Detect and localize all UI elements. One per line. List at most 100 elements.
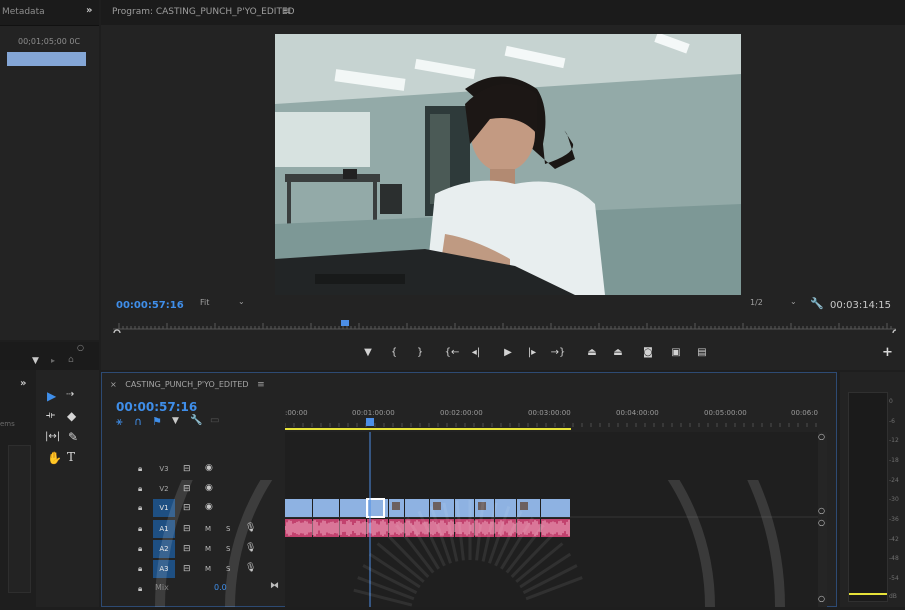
selection-tool-icon[interactable]: ▶ — [47, 389, 56, 403]
video-clip[interactable] — [340, 499, 366, 517]
sync-lock-icon[interactable]: ⊟ — [183, 464, 191, 474]
lock-icon[interactable]: 🔒︎ — [138, 464, 142, 474]
track-name[interactable]: V1 — [153, 499, 175, 517]
timeline-timecode[interactable]: 00:00:57:16 — [116, 400, 197, 414]
lift-icon[interactable]: ⏏ — [584, 347, 600, 358]
scroll-handle-mid2[interactable]: ○ — [818, 518, 825, 527]
video-clip[interactable] — [405, 499, 429, 517]
metadata-clip-bar[interactable] — [7, 52, 86, 66]
microphone-icon[interactable]: 🎙︎ — [245, 563, 256, 573]
solo-button[interactable]: S — [226, 545, 230, 553]
pen-tool-icon[interactable]: ✎ — [68, 430, 78, 444]
track-name[interactable]: A2 — [153, 540, 175, 558]
video-clip[interactable] — [285, 499, 312, 517]
v1-clip-group[interactable] — [285, 498, 570, 518]
double-chevron-right-icon[interactable]: » — [86, 5, 92, 16]
wrench-icon[interactable]: 🔧 — [810, 297, 824, 310]
scroll-handle-mid[interactable]: ○ — [818, 506, 825, 515]
zoom-handle-right[interactable] — [892, 329, 896, 333]
wrench-icon[interactable]: 🔧 — [190, 415, 202, 426]
timeline-tab[interactable]: × CASTING_PUNCH_P'YO_EDITED ≡ — [110, 380, 265, 390]
step-back-icon[interactable]: ◂| — [468, 347, 484, 358]
slip-tool-icon[interactable]: |↔| — [45, 431, 60, 442]
program-video-frame[interactable] — [275, 34, 741, 295]
timeline-tracks-area[interactable] — [284, 402, 820, 607]
mute-button[interactable]: M — [205, 525, 211, 533]
lock-icon[interactable]: 🔒︎ — [138, 484, 142, 494]
sync-lock-icon[interactable]: ⊟ — [183, 564, 191, 574]
track-header-a1[interactable]: 🔒︎ A1 ⊟ M S 🎙︎ — [108, 520, 285, 540]
mute-button[interactable]: M — [205, 565, 211, 573]
track-header-v1[interactable]: 🔒︎ V1 ⊟ ◉ — [108, 499, 285, 519]
add-marker-icon[interactable]: ▼ — [360, 347, 376, 358]
hand-tool-icon[interactable]: ✋ — [47, 451, 62, 465]
sync-lock-icon[interactable]: ⊟ — [183, 544, 191, 554]
microphone-icon[interactable]: 🎙︎ — [245, 543, 256, 553]
sync-lock-icon[interactable]: ⊟ — [183, 524, 191, 534]
multi-camera-icon[interactable]: ▤ — [694, 347, 710, 358]
extract-icon[interactable]: ⏏ — [610, 347, 626, 358]
go-to-out-icon[interactable]: →} — [550, 347, 566, 358]
add-marker-icon[interactable]: ▼ — [172, 416, 179, 426]
close-icon[interactable]: × — [110, 380, 117, 389]
eye-icon[interactable]: ◉ — [205, 502, 213, 512]
track-header-a2[interactable]: 🔒︎ A2 ⊟ M S 🎙︎ — [108, 540, 285, 560]
double-chevron-right-icon[interactable]: » — [20, 378, 26, 389]
track-header-a3[interactable]: 🔒︎ A3 ⊟ M S 🎙︎ — [108, 560, 285, 580]
track-header-v2[interactable]: 🔒︎ V2 ⊟ ◉ — [108, 480, 285, 500]
filter-icon[interactable]: ▼ — [32, 356, 39, 366]
timeline-vertical-scrollbar[interactable]: ○ ○ ○ ○ — [818, 432, 827, 607]
video-clip[interactable] — [495, 499, 516, 517]
metadata-tab[interactable]: Metadata — [2, 7, 45, 17]
captions-icon[interactable]: ▭ — [210, 415, 219, 426]
comparison-view-icon[interactable]: ▣ — [668, 347, 684, 358]
ripple-edit-tool-icon[interactable]: ⟛ — [46, 410, 55, 421]
zoom-handle-icon[interactable]: ○ — [77, 343, 84, 352]
program-playhead[interactable] — [341, 320, 349, 326]
mix-volume-value[interactable]: 0.0 — [214, 583, 227, 592]
mark-in-icon[interactable]: { — [386, 347, 402, 358]
program-time-ruler[interactable] — [113, 319, 896, 333]
solo-button[interactable]: S — [226, 565, 230, 573]
program-monitor-tab[interactable]: Program: CASTING_PUNCH_P'YO_EDITED — [112, 7, 295, 17]
program-current-timecode[interactable]: 00:00:57:16 — [116, 300, 184, 311]
scroll-handle-top[interactable]: ○ — [818, 432, 825, 441]
solo-button[interactable]: S — [226, 525, 230, 533]
video-clip[interactable] — [455, 499, 474, 517]
go-to-in-icon[interactable]: {← — [444, 347, 460, 358]
scroll-handle-bottom[interactable]: ○ — [818, 594, 825, 603]
snap-icon[interactable]: ∩ — [134, 415, 142, 428]
step-forward-icon[interactable]: |▸ — [524, 347, 540, 358]
new-bin-icon[interactable]: ▸ — [51, 356, 55, 365]
timeline-playhead-head[interactable] — [366, 418, 374, 426]
lock-icon[interactable]: 🔒︎ — [138, 503, 142, 513]
track-select-tool-icon[interactable]: ⇢ — [66, 389, 74, 400]
video-clip[interactable] — [541, 499, 570, 517]
track-header-v3[interactable]: 🔒︎ V3 ⊟ ◉ — [108, 460, 285, 480]
zoom-handle-left[interactable] — [113, 329, 121, 333]
zoom-level-select[interactable]: Fit ⌄ — [200, 297, 246, 310]
play-icon[interactable]: ▶ — [500, 347, 516, 358]
mute-button[interactable]: M — [205, 545, 211, 553]
video-clip[interactable] — [313, 499, 339, 517]
sync-lock-icon[interactable]: ⊟ — [183, 503, 191, 513]
lock-icon[interactable]: 🔒︎ — [138, 584, 142, 594]
lock-icon[interactable]: 🔒︎ — [138, 524, 142, 534]
track-name[interactable]: A1 — [153, 520, 175, 538]
sync-lock-icon[interactable]: ⊟ — [183, 484, 191, 494]
nest-sequence-icon[interactable]: ⚹ — [116, 415, 123, 429]
linked-selection-icon[interactable]: ⚑ — [152, 415, 162, 428]
hamburger-icon[interactable]: ≡ — [283, 6, 291, 17]
lock-icon[interactable]: 🔒︎ — [138, 544, 142, 554]
track-header-mix[interactable]: 🔒︎ Mix 0.0 ⧓ — [108, 580, 285, 600]
eye-icon[interactable]: ◉ — [205, 463, 213, 473]
eye-icon[interactable]: ◉ — [205, 483, 213, 493]
track-name[interactable]: A3 — [153, 560, 175, 578]
track-name[interactable]: V3 — [153, 460, 175, 478]
microphone-icon[interactable]: 🎙︎ — [245, 523, 256, 533]
go-to-end-icon[interactable]: ⧓ — [270, 581, 279, 591]
playback-resolution-select[interactable]: 1/2 ⌄ — [750, 297, 802, 310]
hamburger-icon[interactable]: ≡ — [257, 380, 265, 390]
audio-clip[interactable] — [430, 519, 454, 537]
type-tool-icon[interactable]: T — [67, 450, 75, 464]
